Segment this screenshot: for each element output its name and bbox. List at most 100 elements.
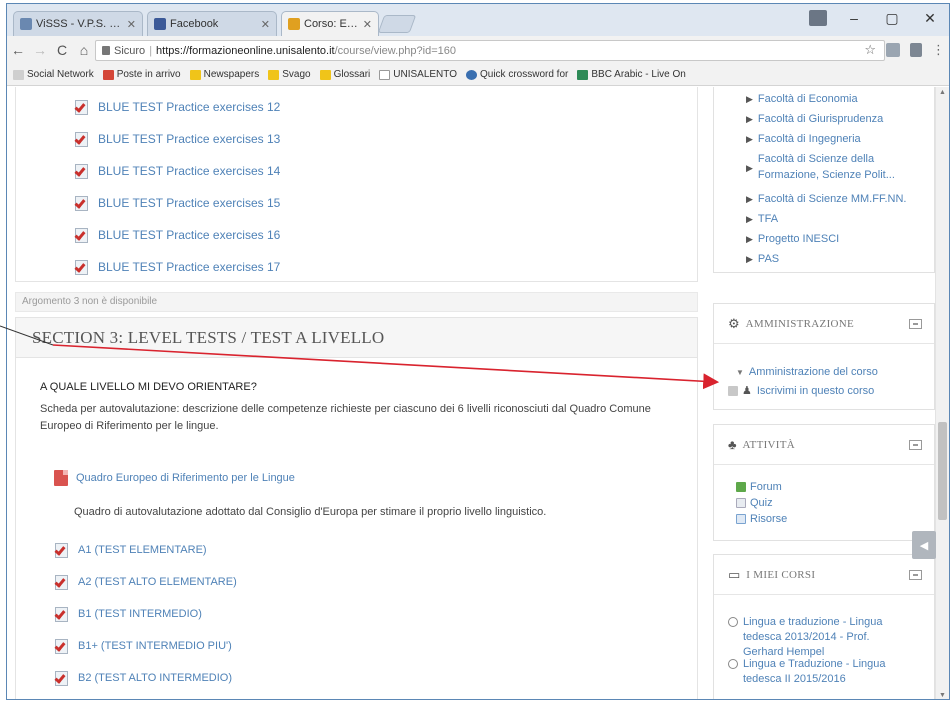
reload-button[interactable]: C [51, 42, 73, 58]
scrollbar-thumb[interactable] [938, 422, 947, 520]
exercise-link[interactable]: BLUE TEST Practice exercises 16 [98, 228, 280, 242]
course-item[interactable]: Lingua e Traduzione - Lingua tedesca II … [728, 657, 908, 687]
category-item[interactable]: ▶ Progetto INESCI [746, 231, 839, 247]
level-test-link[interactable]: B1+ (TEST INTERMEDIO PIU') [78, 640, 232, 652]
bookmark-item[interactable]: Svago [268, 69, 311, 80]
exercise-link[interactable]: BLUE TEST Practice exercises 12 [98, 100, 280, 114]
category-item[interactable]: ▶ Facoltà di Economia [746, 91, 858, 107]
list-item[interactable]: BLUE TEST Practice exercises 13 [74, 127, 280, 151]
course-link[interactable]: Lingua e traduzione - Lingua tedesca 201… [743, 615, 908, 660]
forward-button[interactable]: → [29, 42, 51, 58]
resource-description: Quadro di autovalutazione adottato dal C… [74, 506, 547, 518]
category-label[interactable]: Progetto INESCI [758, 231, 839, 247]
bookmark-star-icon[interactable]: ☆ [864, 42, 876, 58]
level-test-link[interactable]: B1 (TEST INTERMEDIO) [78, 608, 202, 620]
enrol-link[interactable]: ♟ Iscrivimi in questo corso [728, 384, 874, 397]
level-test-link[interactable]: A1 (TEST ELEMENTARE) [78, 544, 207, 556]
caret-down-icon: ▼ [736, 367, 744, 377]
minimize-button[interactable]: – [835, 4, 873, 32]
course-item[interactable]: Lingua e traduzione - Lingua tedesca 201… [728, 615, 908, 660]
menu-icon[interactable]: ⋮ [932, 42, 945, 58]
list-item[interactable]: BLUE TEST Practice exercises 14 [74, 159, 280, 183]
category-item[interactable]: ▶ TFA [746, 211, 778, 227]
category-label[interactable]: PAS [758, 251, 779, 267]
category-label[interactable]: Facoltà di Economia [758, 91, 858, 107]
course-admin-link[interactable]: ▼ Amministrazione del corso [736, 366, 878, 378]
level-test-link[interactable]: B2 (TEST ALTO INTERMEDIO) [78, 672, 232, 684]
exercise-link[interactable]: BLUE TEST Practice exercises 14 [98, 164, 280, 178]
back-button[interactable]: ← [7, 42, 29, 58]
extension-icon[interactable] [886, 43, 900, 57]
bookmark-item[interactable]: Poste in arrivo [102, 69, 181, 80]
tab-facebook[interactable]: Facebook ✕ [147, 11, 277, 36]
category-item[interactable]: ▶ Facoltà di Scienze della Formazione, Sc… [746, 151, 926, 183]
bookmark-item[interactable]: Social Network [13, 69, 94, 80]
dock-icon[interactable] [909, 570, 922, 580]
scroll-nav-button[interactable]: ◀ [912, 531, 936, 559]
tab-favicon-icon [20, 18, 32, 30]
list-item[interactable]: BLUE TEST Practice exercises 12 [74, 95, 280, 119]
new-tab-button[interactable] [377, 15, 417, 33]
page-scrollbar[interactable]: ▲ ▼ [935, 87, 949, 699]
block-header: ♣ ATTIVITÀ [714, 425, 934, 465]
category-label[interactable]: TFA [758, 211, 778, 227]
bookmark-label: Glossari [333, 69, 371, 80]
list-item[interactable]: A1 (TEST ELEMENTARE) [54, 538, 207, 562]
list-item[interactable]: BLUE TEST Practice exercises 15 [74, 191, 280, 215]
tab-visss[interactable]: ViSSS - V.P.S. - MIO2 Rec... ✕ [13, 11, 143, 36]
category-label[interactable]: Facoltà di Ingegneria [758, 131, 861, 147]
address-bar[interactable]: Sicuro | https://formazioneonline.unisal… [95, 40, 885, 61]
close-button[interactable]: ✕ [911, 4, 949, 32]
course-admin-label[interactable]: Amministrazione del corso [749, 366, 878, 378]
resource-item[interactable]: Quadro Europeo di Riferimento per le Lin… [54, 470, 295, 486]
tab-close-icon[interactable]: ✕ [363, 18, 372, 31]
exercise-link[interactable]: BLUE TEST Practice exercises 17 [98, 260, 280, 274]
category-label[interactable]: Facoltà di Scienze MM.FF.NN. [758, 191, 907, 207]
url-host: https://formazioneonline.unisalento.it [156, 44, 335, 57]
resource-link[interactable]: Quadro Europeo di Riferimento per le Lin… [76, 472, 295, 484]
list-item[interactable]: B1 (TEST INTERMEDIO) [54, 602, 202, 626]
list-item[interactable]: A2 (TEST ALTO ELEMENTARE) [54, 570, 237, 594]
caret-right-icon: ▶ [746, 134, 753, 144]
home-button[interactable]: ⌂ [73, 42, 95, 58]
exercise-link[interactable]: BLUE TEST Practice exercises 13 [98, 132, 280, 146]
category-item[interactable]: ▶ Facoltà di Ingegneria [746, 131, 861, 147]
tab-close-icon[interactable]: ✕ [127, 18, 136, 31]
scroll-down-icon[interactable]: ▼ [939, 692, 946, 699]
dock-icon[interactable] [909, 319, 922, 329]
list-item[interactable]: BLUE TEST Practice exercises 16 [74, 223, 280, 247]
activity-label[interactable]: Quiz [750, 497, 773, 509]
bookmark-item[interactable]: Quick crossword for [466, 69, 568, 80]
tab-corso-english[interactable]: Corso: English Language ✕ [281, 11, 379, 36]
course-link[interactable]: Lingua e Traduzione - Lingua tedesca II … [743, 657, 908, 687]
list-item[interactable]: B2 (TEST ALTO INTERMEDIO) [54, 666, 232, 690]
bookmark-item[interactable]: Glossari [319, 69, 371, 80]
activity-quiz[interactable]: Quiz [736, 497, 773, 509]
dock-icon[interactable] [909, 440, 922, 450]
category-item[interactable]: ▶ Facoltà di Scienze MM.FF.NN. [746, 191, 906, 207]
maximize-button[interactable]: ▢ [873, 4, 911, 32]
enrol-label[interactable]: Iscrivimi in questo corso [757, 385, 874, 397]
category-item[interactable]: ▶ PAS [746, 251, 779, 267]
list-item[interactable]: BLUE TEST Practice exercises 17 [74, 255, 280, 279]
exercise-link[interactable]: BLUE TEST Practice exercises 15 [98, 196, 280, 210]
tab-label: ViSSS - V.P.S. - MIO2 Rec... [36, 18, 123, 30]
activity-resources[interactable]: Risorse [736, 513, 787, 525]
user-profile-icon[interactable] [809, 10, 827, 26]
list-item[interactable]: B1+ (TEST INTERMEDIO PIU') [54, 634, 232, 658]
bookmark-item[interactable]: Newspapers [189, 69, 259, 80]
category-item[interactable]: ▶ Facoltà di Giurisprudenza [746, 111, 883, 127]
exercise-list: BLUE TEST Practice exercises 12 BLUE TES… [15, 87, 698, 282]
level-test-link[interactable]: A2 (TEST ALTO ELEMENTARE) [78, 576, 237, 588]
extension-icon-2[interactable] [910, 43, 922, 57]
category-label[interactable]: Facoltà di Giurisprudenza [758, 111, 883, 127]
bookmark-item[interactable]: BBC Arabic - Live On [577, 69, 686, 80]
tab-close-icon[interactable]: ✕ [261, 18, 270, 31]
bookmarks-bar: Social Network Poste in arrivo Newspaper… [7, 64, 949, 86]
activity-label[interactable]: Risorse [750, 513, 787, 525]
activity-label[interactable]: Forum [750, 481, 782, 493]
scroll-up-icon[interactable]: ▲ [939, 89, 946, 96]
activity-forum[interactable]: Forum [736, 481, 782, 493]
bookmark-item[interactable]: UNISALENTO [379, 69, 457, 80]
category-label[interactable]: Facoltà di Scienze della Formazione, Sci… [758, 151, 926, 183]
